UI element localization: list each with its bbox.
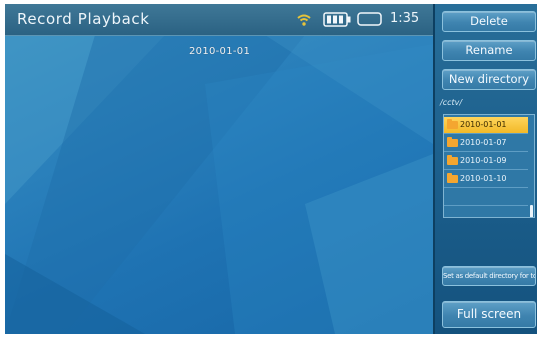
folder-icon [447,137,458,147]
directory-label: 2010-01-07 [460,138,507,147]
playback-view[interactable]: Record Playback 1:35 2010-01-01 [5,4,433,334]
scrollbar-thumb[interactable] [530,205,533,217]
directory-item[interactable]: 2010-01-09 [444,153,528,170]
wifi-icon [297,14,311,26]
device-frame: Record Playback 1:35 2010-01-01 Delete R… [5,4,537,334]
folder-icon [447,155,458,165]
directory-item[interactable]: 2010-01-07 [444,135,528,152]
rename-button[interactable]: Rename [442,40,536,61]
directory-label: 2010-01-10 [460,174,507,183]
set-default-directory-button[interactable]: Set as default directory for today [442,266,536,286]
title-bar: Record Playback 1:35 [5,4,433,36]
directory-label: 2010-01-09 [460,156,507,165]
directory-item-empty [444,189,528,206]
app-title: Record Playback [17,10,150,28]
new-directory-button[interactable]: New directory [442,69,536,90]
directory-item[interactable]: 2010-01-01 [444,117,528,134]
side-panel: Delete Rename New directory /cctv/ 2010-… [433,4,537,334]
directory-label: 2010-01-01 [460,120,507,129]
clock-time: 1:35 [390,11,420,26]
directory-item[interactable]: 2010-01-10 [444,171,528,188]
full-screen-button[interactable]: Full screen [442,301,536,328]
folder-icon [447,119,458,129]
folder-icon [447,173,458,183]
delete-button[interactable]: Delete [442,11,536,32]
sd-card-icon [357,12,382,26]
video-timestamp: 2010-01-01 [189,46,251,57]
current-path: /cctv/ [440,98,463,107]
battery-icon [323,12,351,27]
directory-list[interactable]: 2010-01-01 2010-01-07 2010-01-09 2010-01… [443,114,535,218]
